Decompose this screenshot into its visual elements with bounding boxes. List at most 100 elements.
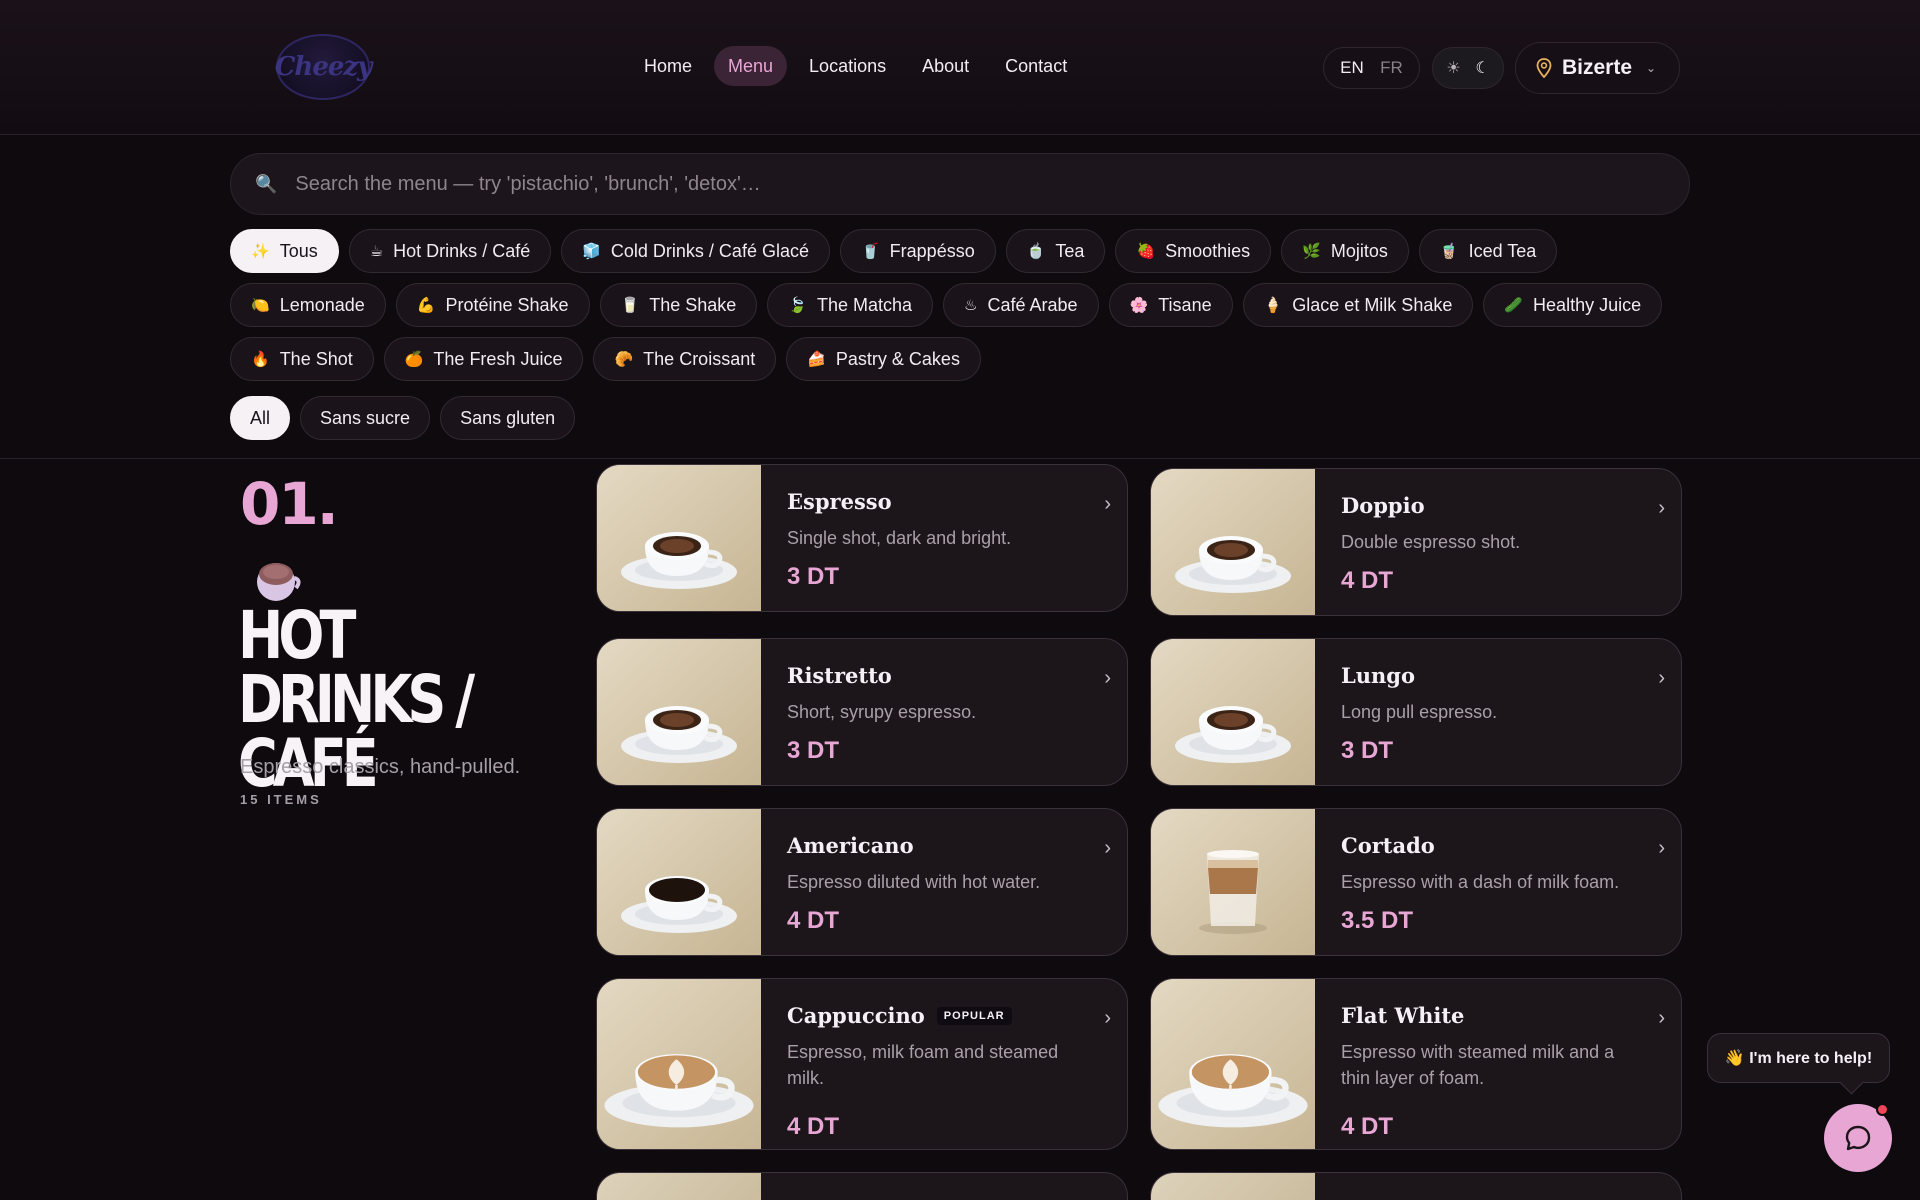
menu-item-name: Ristretto <box>787 663 892 688</box>
category-chip-label: Hot Drinks / Café <box>393 240 531 261</box>
menu-item-image <box>1151 809 1315 955</box>
category-emoji-icon: 💪 <box>416 297 436 314</box>
menu-item-card[interactable]: Espresso Single shot, dark and bright. 3 D… <box>596 464 1128 612</box>
menu-item-card-partial[interactable] <box>1150 1172 1682 1200</box>
menu-search-bar: 🔍 <box>230 153 1690 215</box>
category-emoji-icon: 🧊 <box>582 243 601 260</box>
category-chip[interactable]: 🥛 The Shake <box>599 283 758 327</box>
category-chip[interactable]: 💪 Protéine Shake <box>395 283 590 327</box>
section-number: 01. <box>240 470 339 538</box>
menu-item-description: Double espresso shot. <box>1341 532 1521 552</box>
menu-item-image <box>597 979 761 1149</box>
diet-filter-chip[interactable]: Sans gluten <box>440 396 576 440</box>
category-chip-label: Smoothies <box>1165 240 1251 261</box>
category-chip[interactable]: ♨ Café Arabe <box>943 283 1099 327</box>
search-input[interactable] <box>295 172 1665 196</box>
nav-about[interactable]: About <box>908 46 983 86</box>
menu-item-card[interactable]: Cappuccino POPULAR Espresso, milk foam and… <box>596 978 1128 1150</box>
category-emoji-icon: ✨ <box>251 243 270 260</box>
coffee-cup-illustration <box>597 979 761 1149</box>
menu-item-card-partial[interactable] <box>596 1172 1128 1200</box>
menu-item-name-row: Lungo <box>1341 663 1415 688</box>
menu-item-name: Flat White <box>1341 1003 1465 1028</box>
menu-item-price: 4 DT <box>787 1113 840 1140</box>
coffee-cup-illustration <box>597 639 761 785</box>
nav-locations[interactable]: Locations <box>795 46 900 86</box>
diet-filter-chip[interactable]: Sans sucre <box>300 396 431 440</box>
category-chip[interactable]: 🍋 Lemonade <box>230 283 386 327</box>
category-chip[interactable]: ☕ Hot Drinks / Café <box>348 229 552 273</box>
category-chip[interactable]: 🍓 Smoothies <box>1115 229 1272 273</box>
category-chip[interactable]: 🧋 Iced Tea <box>1418 229 1558 273</box>
menu-item-card[interactable]: Doppio Double espresso shot. 4 DT › <box>1150 468 1682 616</box>
menu-item-name: Lungo <box>1341 663 1415 688</box>
menu-item-description: Espresso with a dash of milk foam. <box>1341 872 1620 892</box>
category-chip[interactable]: 🍃 The Matcha <box>767 283 934 327</box>
category-chip[interactable]: 🍵 Tea <box>1005 229 1106 273</box>
menu-item-card[interactable]: Lungo Long pull espresso. 3 DT › <box>1150 638 1682 786</box>
coffee-cup-illustration <box>1151 979 1315 1149</box>
category-emoji-icon: 🍦 <box>1263 297 1283 314</box>
menu-item-name-row: Espresso <box>787 489 892 514</box>
category-emoji-icon: 🥐 <box>614 351 634 368</box>
nav-home[interactable]: Home <box>630 46 706 86</box>
category-emoji-icon: 🍃 <box>788 297 807 314</box>
coffee-cup-illustration <box>1151 469 1315 615</box>
menu-item-image <box>597 809 761 955</box>
menu-item-price: 3 DT <box>1341 737 1394 764</box>
chevron-right-icon: › <box>1104 1007 1111 1029</box>
lang-fr-button[interactable]: FR <box>1380 58 1403 78</box>
menu-item-price: 3 DT <box>787 563 840 590</box>
category-chip[interactable]: 🍦 Glace et Milk Shake <box>1242 283 1474 327</box>
category-chip[interactable]: 🥒 Healthy Juice <box>1483 283 1663 327</box>
coffee-cup-illustration <box>597 465 761 611</box>
map-pin-icon <box>1536 58 1552 78</box>
category-chip[interactable]: 🍰 Pastry & Cakes <box>786 337 981 381</box>
chevron-right-icon: › <box>1658 497 1665 519</box>
chevron-right-icon: › <box>1658 837 1665 859</box>
category-chip-label: Tous <box>279 240 318 261</box>
category-chip-label: Frappésso <box>889 240 975 261</box>
menu-item-image <box>1151 469 1315 615</box>
cheezy-logo[interactable]: Cheezy <box>275 34 372 100</box>
menu-item-card[interactable]: Flat White Espresso with steamed milk and… <box>1150 978 1682 1150</box>
category-emoji-icon: 🥒 <box>1504 297 1524 314</box>
category-chip[interactable]: 🌸 Tisane <box>1108 283 1233 327</box>
category-chip[interactable]: 🌿 Mojitos <box>1281 229 1409 273</box>
nav-menu[interactable]: Menu <box>714 46 788 86</box>
chevron-right-icon: › <box>1104 493 1111 515</box>
diet-filter-chip[interactable]: All <box>230 396 291 440</box>
menu-item-name: Americano <box>787 833 914 858</box>
sun-icon[interactable]: ☀ <box>1446 58 1460 78</box>
menu-item-card[interactable]: Cortado Espresso with a dash of milk foam… <box>1150 808 1682 956</box>
lang-en-button[interactable]: EN <box>1340 58 1364 78</box>
category-chip[interactable]: 🥤 Frappésso <box>839 229 996 273</box>
menu-item-price: 3.5 DT <box>1341 907 1414 934</box>
help-tooltip: 👋 I'm here to help! <box>1707 1033 1890 1083</box>
category-chip[interactable]: 🔥 The Shot <box>230 337 374 381</box>
coffee-cup-illustration <box>597 809 761 955</box>
category-chip[interactable]: ✨ Tous <box>230 229 339 273</box>
chat-bubble-icon <box>1845 1125 1871 1151</box>
category-chip-label: The Matcha <box>816 294 913 315</box>
coffee-cup-illustration <box>1151 639 1315 785</box>
category-chip[interactable]: 🧊 Cold Drinks / Café Glacé <box>561 229 830 273</box>
section-description: Espresso classics, hand-pulled. <box>240 756 521 778</box>
category-emoji-icon: 🍋 <box>251 297 270 314</box>
category-emoji-icon: 🌸 <box>1129 297 1149 314</box>
category-chip-label: The Shake <box>649 294 737 315</box>
menu-item-name-row: Doppio <box>1341 493 1425 518</box>
category-chip-label: The Shot <box>279 348 353 369</box>
nav-contact[interactable]: Contact <box>991 46 1081 86</box>
moon-icon[interactable]: ☾ <box>1475 58 1489 78</box>
main-nav: Home Menu Locations About Contact <box>630 46 1081 86</box>
category-chip[interactable]: 🥐 The Croissant <box>593 337 777 381</box>
category-emoji-icon: 🧋 <box>1439 243 1459 260</box>
menu-item-card[interactable]: Americano Espresso diluted with hot water… <box>596 808 1128 956</box>
menu-item-price: 4 DT <box>1341 1113 1394 1140</box>
category-chip[interactable]: 🍊 The Fresh Juice <box>383 337 584 381</box>
category-emoji-icon: 🍵 <box>1026 243 1046 260</box>
category-emoji-icon: 🥤 <box>860 243 880 260</box>
menu-item-card[interactable]: Ristretto Short, syrupy espresso. 3 DT › <box>596 638 1128 786</box>
location-selector[interactable]: Bizerte ⌄ <box>1515 42 1680 94</box>
